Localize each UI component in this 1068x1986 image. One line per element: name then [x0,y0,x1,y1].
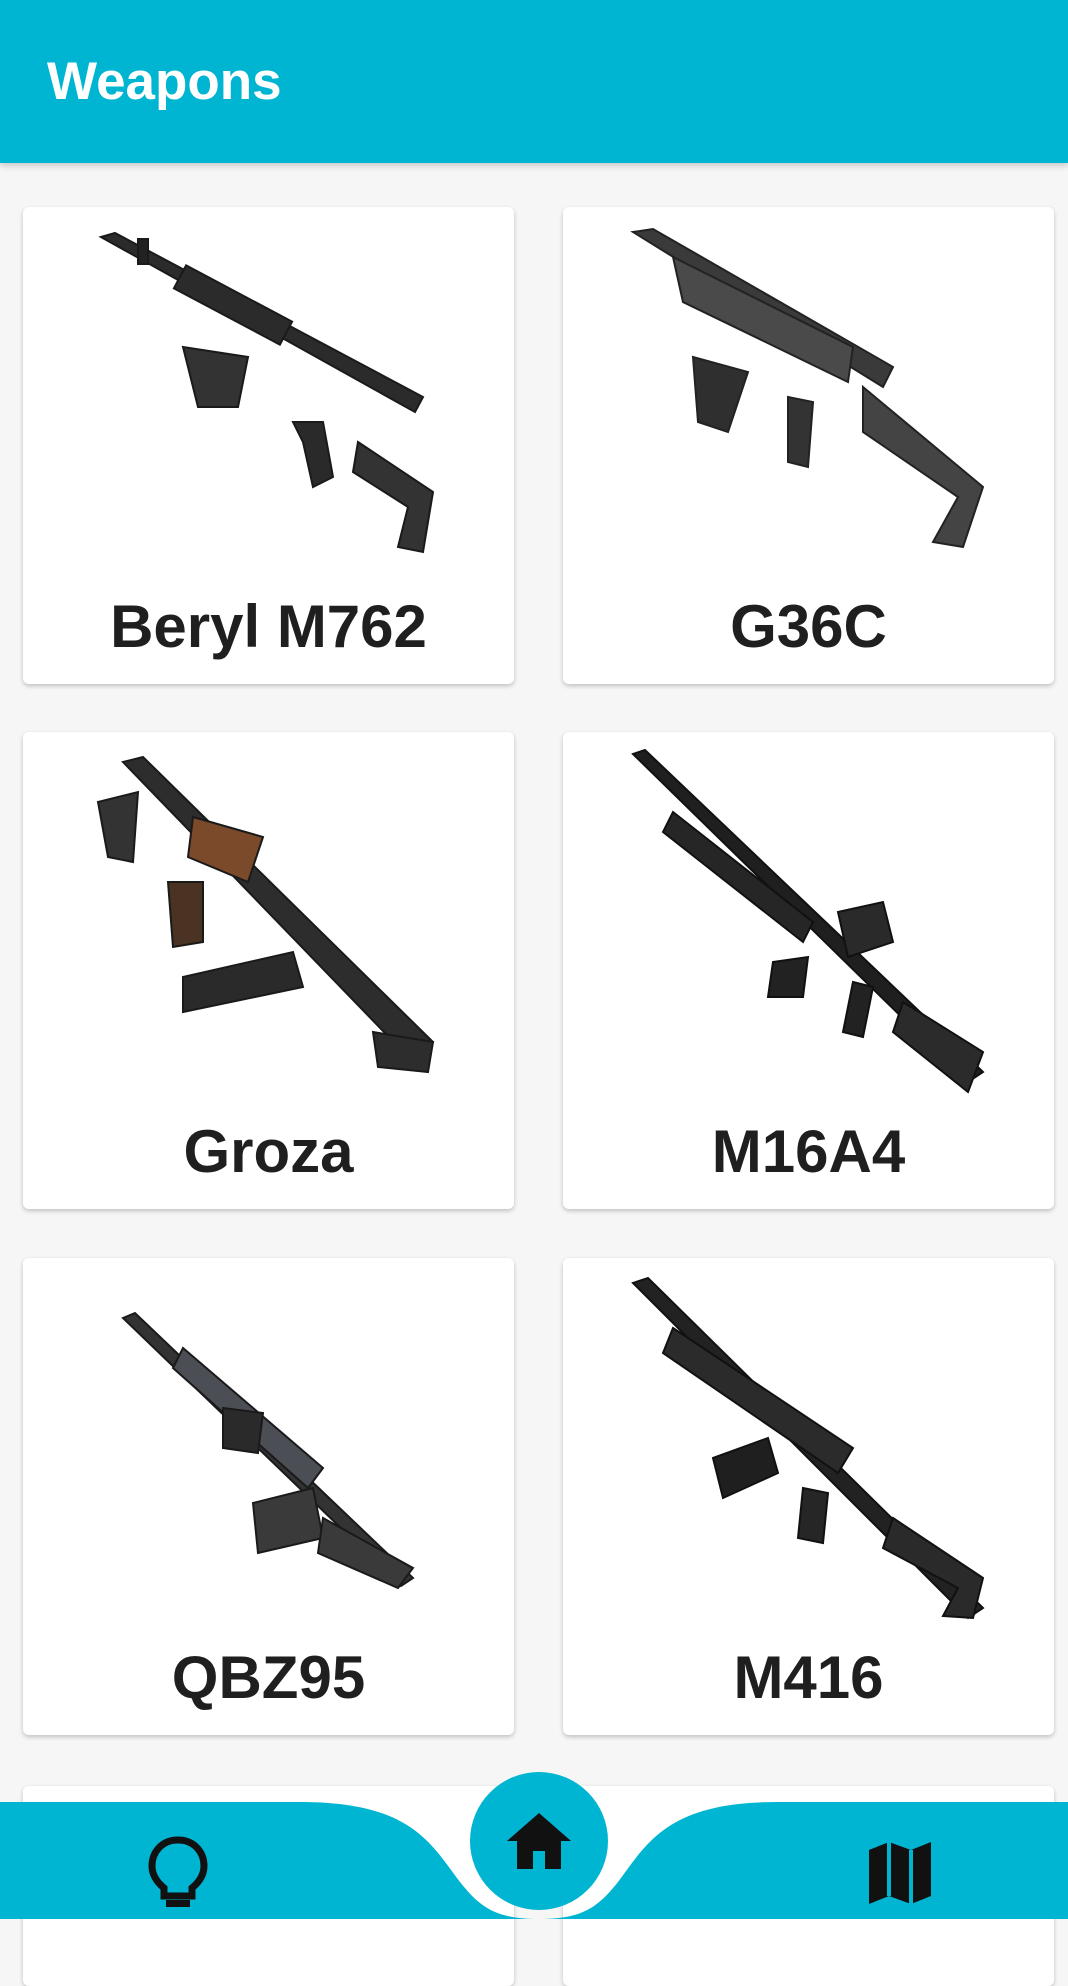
weapon-card-g36c[interactable]: G36C [563,207,1054,684]
map-icon [869,1842,931,1904]
weapon-name: G36C [730,593,887,660]
map-nav-button[interactable] [850,1827,950,1919]
weapon-name: M16A4 [711,1118,906,1185]
m416-rifle-image [563,1258,1054,1628]
app-bar: Weapons [0,0,1068,163]
g36c-rifle-image [563,207,1054,577]
weapon-name: Beryl M762 [110,593,427,660]
beryl-m762-rifle-image [23,207,514,577]
weapon-name: Groza [183,1118,354,1185]
bottom-navigation [0,1772,1068,1919]
groza-rifle-image [23,732,514,1102]
weapon-card-qbz95[interactable]: QBZ95 [23,1258,514,1735]
home-icon [507,1813,571,1869]
page-title: Weapons [47,52,282,111]
tips-nav-button[interactable] [128,1827,228,1919]
weapon-card-m16a4[interactable]: M16A4 [563,732,1054,1209]
m16a4-rifle-image [563,732,1054,1102]
weapon-name: M416 [733,1644,884,1711]
weapon-card-beryl-m762[interactable]: Beryl M762 [23,207,514,684]
weapon-card-m416[interactable]: M416 [563,1258,1054,1735]
home-button[interactable] [470,1772,608,1910]
qbz95-rifle-image [23,1258,514,1628]
weapon-name: QBZ95 [171,1644,366,1711]
weapon-card-groza[interactable]: Groza [23,732,514,1209]
lightbulb-icon [148,1836,208,1907]
